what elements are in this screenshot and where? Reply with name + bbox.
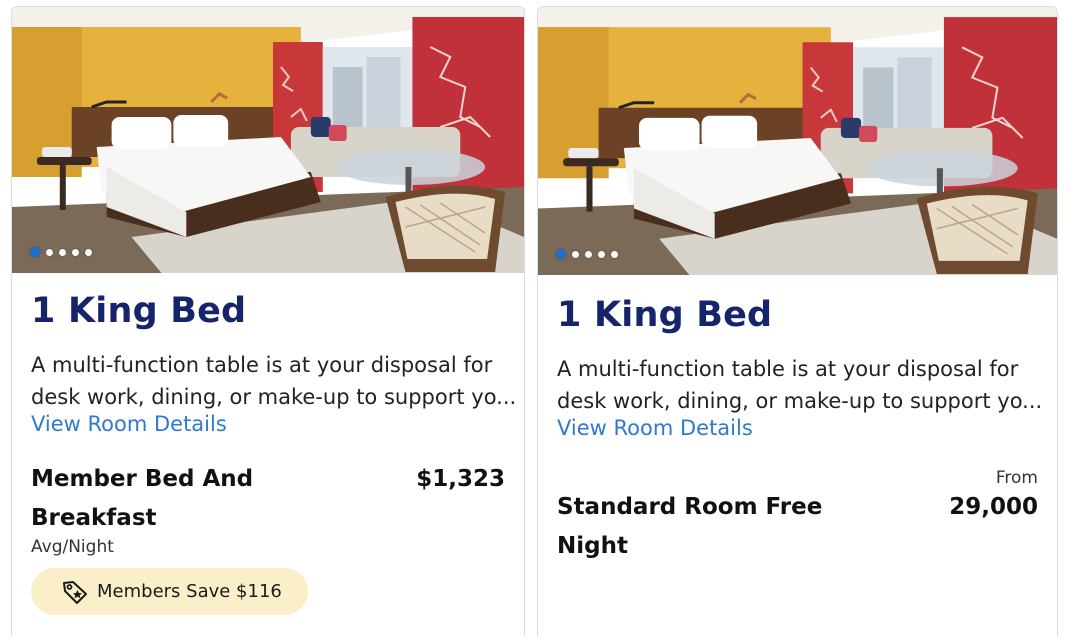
price-prefix: From [995, 468, 1038, 488]
room-description: A multi-function table is at your dispos… [557, 353, 1043, 417]
members-save-badge: Members Save $116 [31, 568, 308, 615]
carousel-dot[interactable] [598, 250, 605, 258]
rate-price: 29,000 [949, 494, 1038, 520]
room-description-line: desk work, dining, or make-up to support… [31, 385, 517, 409]
room-card-2[interactable]: 1 King Bed A multi-function table is at … [537, 6, 1058, 636]
carousel-dot[interactable] [585, 250, 592, 258]
room-card-1[interactable]: 1 King Bed A multi-function table is at … [11, 6, 525, 636]
view-room-details-link[interactable]: View Room Details [31, 411, 505, 437]
rate-row[interactable]: Standard Room Free Night 29,000 [557, 488, 1038, 566]
view-room-details-link[interactable]: View Room Details [557, 415, 1038, 441]
carousel-dot-active[interactable] [556, 249, 566, 259]
room-photo[interactable] [12, 7, 524, 273]
room-photo-image [538, 7, 1057, 275]
rate-row[interactable]: Member Bed And Breakfast $1,323 [31, 460, 505, 538]
carousel-dots [556, 249, 618, 259]
carousel-dot[interactable] [572, 250, 579, 258]
room-title: 1 King Bed [31, 291, 247, 331]
rate-price: $1,323 [416, 466, 505, 492]
carousel-dot[interactable] [72, 248, 79, 256]
room-title: 1 King Bed [557, 295, 773, 335]
rate-name: Member Bed And Breakfast [31, 466, 254, 531]
carousel-dot[interactable] [59, 248, 66, 256]
carousel-dot-active[interactable] [30, 247, 40, 257]
carousel-dot[interactable] [46, 248, 53, 256]
tag-icon [63, 580, 87, 604]
room-photo[interactable] [538, 7, 1057, 275]
room-description-line: desk work, dining, or make-up to support… [557, 389, 1043, 413]
room-description-line: A multi-function table is at your dispos… [31, 353, 493, 377]
room-description-line: A multi-function table is at your dispos… [557, 357, 1019, 381]
carousel-dot[interactable] [85, 248, 92, 256]
carousel-dot[interactable] [611, 250, 618, 258]
members-save-label: Members Save $116 [97, 581, 282, 602]
room-description: A multi-function table is at your dispos… [31, 349, 517, 413]
carousel-dots [30, 247, 92, 257]
room-photo-image [12, 7, 524, 273]
rate-name: Standard Room Free Night [557, 494, 823, 559]
price-unit: Avg/Night [31, 537, 114, 557]
